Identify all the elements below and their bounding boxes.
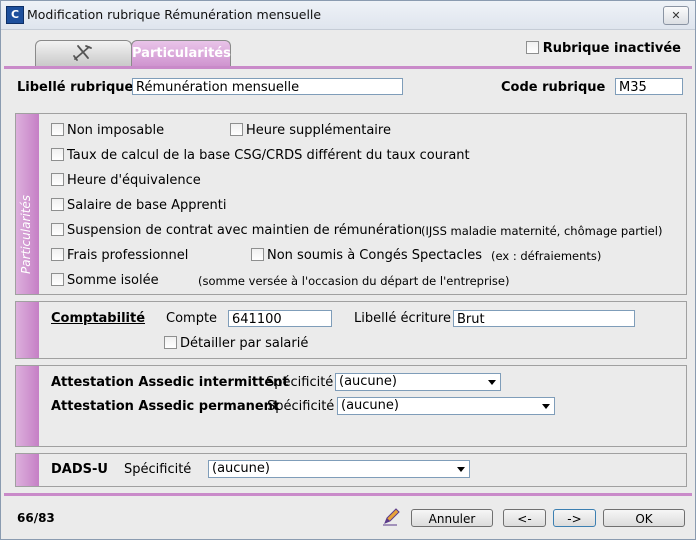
- dialog-window: C Modification rubrique Rémunération men…: [0, 0, 696, 540]
- option-heure-equivalence[interactable]: Heure d'équivalence: [51, 173, 201, 188]
- option-label: Frais professionnel: [67, 248, 189, 263]
- assedic-permanent-select[interactable]: (aucune): [337, 397, 555, 415]
- non-soumis-hint: (ex : défraiements): [491, 249, 602, 263]
- dads-band: [16, 454, 39, 486]
- option-label: Heure supplémentaire: [246, 123, 391, 138]
- somme-isolee-hint: (somme versée à l'occasion du départ de …: [198, 274, 510, 288]
- particularites-band: Particularités: [16, 114, 39, 294]
- checkbox-box[interactable]: [51, 123, 64, 136]
- select-value: (aucune): [212, 461, 270, 476]
- record-counter: 66/83: [17, 511, 55, 525]
- libelle-ecriture-input[interactable]: Brut: [453, 310, 635, 327]
- option-suspension[interactable]: Suspension de contrat avec maintien de r…: [51, 223, 422, 238]
- checkbox-box[interactable]: [164, 336, 177, 349]
- particularites-band-label: Particularités: [19, 194, 33, 274]
- checkbox-box[interactable]: [51, 148, 64, 161]
- checkbox-box[interactable]: [51, 248, 64, 261]
- window-title: Modification rubrique Rémunération mensu…: [27, 7, 322, 22]
- assedic-band: [16, 366, 39, 446]
- option-label: Non soumis à Congés Spectacles: [267, 248, 482, 263]
- option-label: Suspension de contrat avec maintien de r…: [67, 223, 423, 238]
- close-button[interactable]: ✕: [663, 6, 689, 25]
- chevron-down-icon[interactable]: [457, 467, 465, 472]
- select-value: (aucune): [341, 398, 399, 413]
- option-salaire-apprenti[interactable]: Salaire de base Apprenti: [51, 198, 227, 213]
- suspension-hint: (IJSS maladie maternité, chômage partiel…: [421, 224, 663, 238]
- option-label: Taux de calcul de la base CSG/CRDS diffé…: [67, 148, 470, 163]
- option-label: Heure d'équivalence: [67, 173, 201, 188]
- checkbox-box[interactable]: [51, 223, 64, 236]
- previous-button[interactable]: <-: [503, 509, 546, 527]
- checkbox-box[interactable]: [51, 273, 64, 286]
- option-frais-professionnel[interactable]: Frais professionnel: [51, 248, 188, 263]
- dads-spec-label: Spécificité: [124, 462, 192, 477]
- footer-separator: [4, 493, 692, 496]
- rubrique-inactive-label: Rubrique inactivée: [542, 41, 681, 56]
- option-label: Non imposable: [67, 123, 165, 138]
- comptabilite-section: Comptabilité Compte 641100 Libellé écrit…: [15, 301, 687, 359]
- tab-tools[interactable]: [35, 40, 132, 66]
- checkbox-box[interactable]: [230, 123, 243, 136]
- checkbox-box[interactable]: [51, 173, 64, 186]
- option-non-imposable[interactable]: Non imposable: [51, 123, 164, 138]
- chevron-down-icon[interactable]: [488, 380, 496, 385]
- assedic-intermittent-select[interactable]: (aucune): [335, 373, 501, 391]
- option-label: Somme isolée: [67, 273, 159, 288]
- rubrique-inactive-checkbox[interactable]: Rubrique inactivée: [525, 41, 681, 56]
- dads-label: DADS-U: [51, 462, 108, 477]
- title-bar: C Modification rubrique Rémunération men…: [1, 1, 695, 30]
- checkbox-box[interactable]: [251, 248, 264, 261]
- option-label: Salaire de base Apprenti: [67, 198, 227, 213]
- dads-select[interactable]: (aucune): [208, 460, 470, 478]
- code-rubrique-input[interactable]: M35: [615, 78, 683, 95]
- ok-button[interactable]: OK: [603, 509, 685, 527]
- libelle-rubrique-label: Libellé rubrique: [17, 80, 134, 95]
- detailler-label: Détailler par salarié: [180, 336, 309, 351]
- libelle-rubrique-input[interactable]: Rémunération mensuelle: [132, 78, 403, 95]
- next-button[interactable]: ->: [553, 509, 596, 527]
- chevron-down-icon[interactable]: [542, 404, 550, 409]
- annuler-button[interactable]: Annuler: [411, 509, 493, 527]
- option-heure-supplementaire[interactable]: Heure supplémentaire: [230, 123, 391, 138]
- assedic-intermittent-spec-label: Spécificité: [266, 375, 334, 390]
- option-taux-csg[interactable]: Taux de calcul de la base CSG/CRDS diffé…: [51, 148, 470, 163]
- option-non-soumis-cs[interactable]: Non soumis à Congés Spectacles: [251, 248, 482, 263]
- option-somme-isolee[interactable]: Somme isolée: [51, 273, 159, 288]
- select-value: (aucune): [339, 374, 397, 389]
- comptabilite-band: [16, 302, 39, 358]
- dads-section: DADS-U Spécificité (aucune): [15, 453, 687, 487]
- checkbox-box[interactable]: [525, 41, 539, 54]
- tools-icon: [73, 45, 92, 61]
- app-icon: C: [6, 6, 24, 24]
- checkbox-box[interactable]: [51, 198, 64, 211]
- assedic-section: Attestation Assedic intermittent Spécifi…: [15, 365, 687, 447]
- compte-label: Compte: [166, 311, 218, 326]
- code-rubrique-label: Code rubrique: [501, 80, 606, 95]
- compte-input[interactable]: 641100: [228, 310, 332, 327]
- comptabilite-title[interactable]: Comptabilité: [51, 311, 145, 326]
- particularites-section: Particularités Non imposable Heure suppl…: [15, 113, 687, 295]
- tab-underline: [4, 66, 692, 69]
- tab-particularites[interactable]: Particularités: [131, 40, 231, 66]
- assedic-permanent-label: Attestation Assedic permanent: [51, 399, 280, 414]
- assedic-permanent-spec-label: Spécificité: [267, 399, 335, 414]
- libelle-ecriture-label: Libellé écriture: [354, 311, 451, 326]
- pencil-icon[interactable]: [381, 506, 401, 526]
- assedic-intermittent-label: Attestation Assedic intermittent: [51, 375, 289, 390]
- detailler-par-salarie-checkbox[interactable]: Détailler par salarié: [164, 336, 308, 351]
